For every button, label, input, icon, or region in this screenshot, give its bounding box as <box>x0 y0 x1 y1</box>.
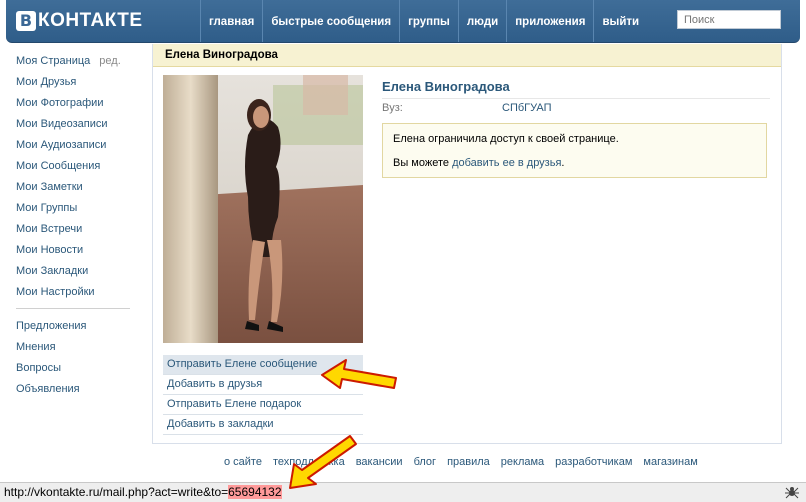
menu-my-friends[interactable]: Мои Друзья <box>16 74 130 95</box>
menu-my-groups[interactable]: Мои Группы <box>16 200 130 221</box>
menu-questions[interactable]: Вопросы <box>16 360 130 381</box>
footer-ads[interactable]: реклама <box>501 456 544 468</box>
menu-my-page-label: Моя Страница <box>16 55 91 67</box>
footer-developers[interactable]: разработчикам <box>555 456 632 468</box>
logo-text: КОНТАКТЕ <box>38 10 143 31</box>
menu-my-page[interactable]: Моя Страница ред. <box>16 53 130 74</box>
nav-home[interactable]: главная <box>200 0 262 42</box>
profile-photo-image <box>163 75 363 343</box>
vkontakte-logo[interactable]: В КОНТАКТЕ <box>16 9 143 33</box>
menu-my-audio[interactable]: Мои Аудиозаписи <box>16 137 130 158</box>
nav-groups[interactable]: группы <box>399 0 458 42</box>
university-link[interactable]: СПбГУАП <box>502 102 551 114</box>
nav-people[interactable]: люди <box>457 0 506 42</box>
footer-rules[interactable]: правила <box>447 456 490 468</box>
send-gift-link[interactable]: Отправить Елене подарок <box>163 395 363 415</box>
browser-status-bar: http://vkontakte.ru/mail.php?act=write&t… <box>0 482 806 502</box>
add-bookmark-link[interactable]: Добавить в закладки <box>163 415 363 435</box>
restricted-access-notice: Елена ограничила доступ к своей странице… <box>382 123 767 178</box>
notice-add-friend-line: Вы можете добавить ее в друзья. <box>393 156 756 170</box>
notice-add-friend-link[interactable]: добавить ее в друзья <box>452 157 561 169</box>
send-message-link[interactable]: Отправить Елене сообщение <box>163 355 363 375</box>
nav-logout[interactable]: выйти <box>593 0 647 42</box>
footer-about[interactable]: о сайте <box>224 456 262 468</box>
menu-my-notes[interactable]: Мои Заметки <box>16 179 130 200</box>
nav-apps[interactable]: приложения <box>506 0 593 42</box>
top-header: В КОНТАКТЕ главная быстрые сообщения гру… <box>6 0 800 43</box>
menu-my-videos[interactable]: Мои Видеозаписи <box>16 116 130 137</box>
footer-links: о сайте техподдержка вакансии блог прави… <box>224 456 709 468</box>
status-url-prefix: http://vkontakte.ru/mail.php?act=write&t… <box>4 485 229 499</box>
footer-blog[interactable]: блог <box>414 456 436 468</box>
profile-box: Елена Виноградова Отправить Елене сообще… <box>152 44 782 444</box>
menu-my-photos[interactable]: Мои Фотографии <box>16 95 130 116</box>
nav-quick-messages[interactable]: быстрые сообщения <box>262 0 399 42</box>
menu-my-bookmarks[interactable]: Мои Закладки <box>16 263 130 284</box>
menu-my-settings[interactable]: Мои Настройки <box>16 284 130 305</box>
edit-link[interactable]: ред. <box>99 55 120 67</box>
spider-icon <box>785 487 799 499</box>
add-friend-link[interactable]: Добавить в друзья <box>163 375 363 395</box>
name-divider <box>382 98 770 99</box>
profile-photo[interactable] <box>163 75 363 343</box>
logo-letter: В <box>16 11 36 31</box>
university-label: Вуз: <box>382 102 403 114</box>
menu-my-messages[interactable]: Мои Сообщения <box>16 158 130 179</box>
status-user-id: 65694132 <box>228 485 282 499</box>
notice-prefix: Вы можете <box>393 157 453 169</box>
search-input[interactable] <box>677 10 781 29</box>
top-nav: главная быстрые сообщения группы люди пр… <box>200 0 647 42</box>
footer-shops[interactable]: магазинам <box>643 456 697 468</box>
notice-suffix: . <box>561 157 565 169</box>
profile-actions: Отправить Елене сообщение Добавить в дру… <box>163 355 363 435</box>
profile-name: Елена Виноградова <box>382 79 510 94</box>
menu-opinions[interactable]: Мнения <box>16 339 130 360</box>
footer-support[interactable]: техподдержка <box>273 456 345 468</box>
menu-suggestions[interactable]: Предложения <box>16 318 130 339</box>
menu-my-events[interactable]: Мои Встречи <box>16 221 130 242</box>
notice-text: Елена ограничила доступ к своей странице… <box>393 133 619 145</box>
menu-my-news[interactable]: Мои Новости <box>16 242 130 263</box>
left-menu: Моя Страница ред. Мои Друзья Мои Фотограф… <box>16 53 130 402</box>
footer-jobs[interactable]: вакансии <box>356 456 403 468</box>
menu-divider <box>16 308 130 309</box>
status-url: http://vkontakte.ru/mail.php?act=write&t… <box>4 483 282 502</box>
profile-header-title: Елена Виноградова <box>153 44 781 67</box>
menu-ads[interactable]: Объявления <box>16 381 130 402</box>
